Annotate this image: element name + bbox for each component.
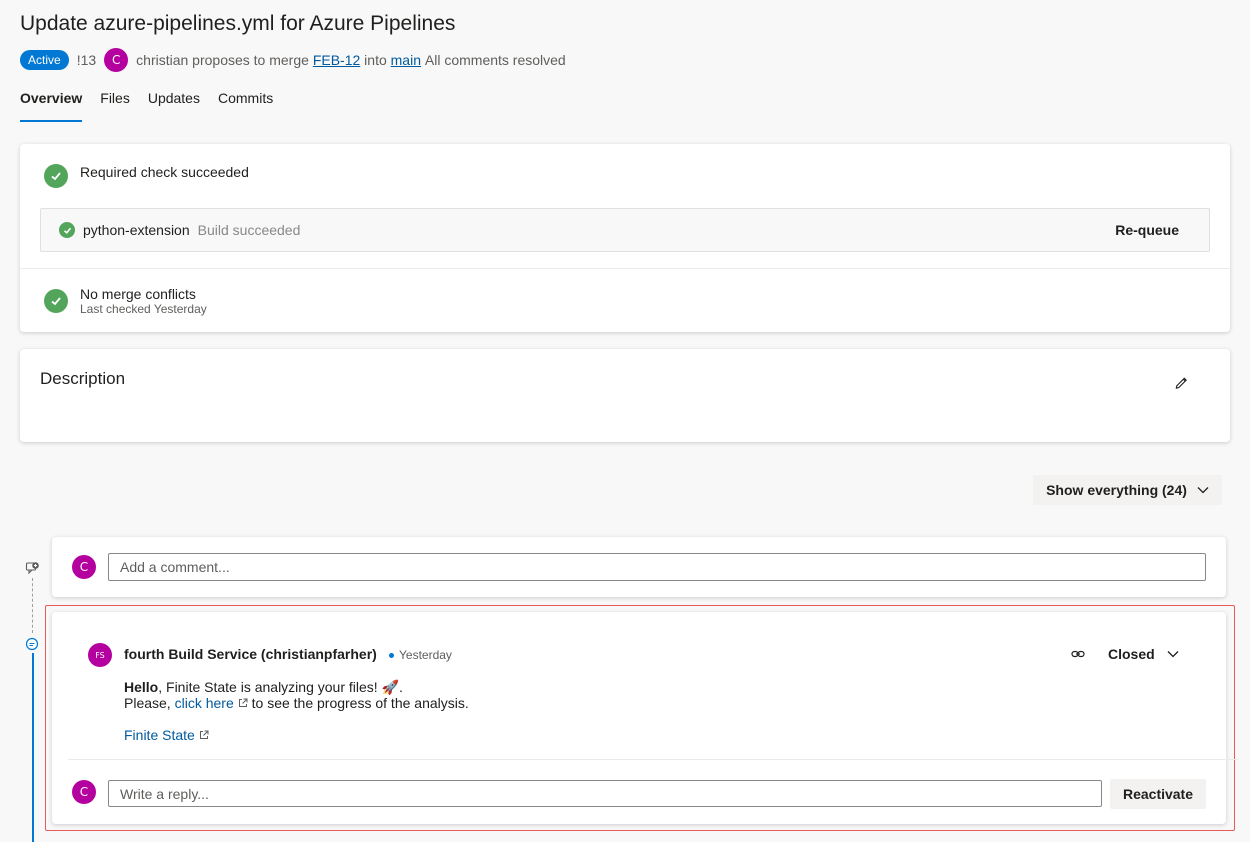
- message-bold: Hello: [124, 679, 159, 695]
- finite-state-link[interactable]: Finite State: [124, 727, 195, 743]
- target-branch-link[interactable]: main: [391, 52, 421, 68]
- reactivate-button[interactable]: Reactivate: [1110, 779, 1206, 809]
- click-here-link[interactable]: click here: [175, 695, 234, 711]
- tab-files[interactable]: Files: [100, 90, 130, 122]
- thread-status-label: Closed: [1108, 646, 1155, 662]
- finite-state-footer: Finite State: [124, 727, 209, 743]
- description-card: Description: [20, 349, 1230, 442]
- source-branch-link[interactable]: FEB-12: [313, 52, 360, 68]
- message-line2-pre: Please,: [124, 695, 175, 711]
- thread-status-dropdown[interactable]: Closed: [1108, 646, 1179, 662]
- build-name[interactable]: python-extension: [83, 222, 190, 238]
- unread-dot: [389, 652, 394, 658]
- build-success-icon: [59, 222, 75, 238]
- page-title: Update azure-pipelines.yml for Azure Pip…: [20, 12, 456, 35]
- pr-id: !13: [76, 52, 97, 68]
- build-status: Build succeeded: [197, 222, 301, 238]
- author-avatar[interactable]: C: [104, 48, 129, 72]
- external-link-icon: [238, 695, 248, 711]
- check-success-icon: [44, 164, 68, 188]
- tab-overview[interactable]: Overview: [20, 90, 83, 122]
- reply-input[interactable]: Write a reply...: [108, 780, 1102, 807]
- merge-conflicts-label: No merge conflicts: [80, 286, 196, 302]
- timeline-dashed-line: [32, 578, 33, 633]
- tab-commits[interactable]: Commits: [218, 90, 273, 122]
- show-everything-dropdown[interactable]: Show everything (24): [1033, 475, 1222, 505]
- merge-success-icon: [44, 289, 68, 313]
- message-line2-post: to see the progress of the analysis.: [247, 695, 469, 711]
- checks-card: Required check succeeded python-extensio…: [20, 144, 1230, 332]
- status-badge: Active: [20, 50, 69, 70]
- required-check-label: Required check succeeded: [80, 164, 249, 180]
- divider: [20, 268, 1230, 269]
- add-comment-input[interactable]: Add a comment...: [108, 553, 1206, 581]
- tab-updates[interactable]: Updates: [148, 90, 200, 122]
- thread-message: Hello, Finite State is analyzing your fi…: [124, 679, 469, 711]
- bot-avatar: FS: [88, 643, 112, 667]
- thread-divider: [68, 759, 1238, 760]
- chevron-down-icon: [1167, 650, 1179, 658]
- last-checked-label: Last checked Yesterday: [80, 302, 207, 316]
- comments-status: All comments resolved: [424, 52, 566, 68]
- description-title: Description: [40, 369, 126, 388]
- pr-meta-row: Active !13 C christian proposes to merge…: [20, 48, 566, 72]
- requeue-button[interactable]: Re-queue: [1115, 222, 1179, 238]
- show-everything-label: Show everything (24): [1046, 482, 1187, 498]
- add-comment-card: C Add a comment...: [52, 537, 1226, 597]
- into-text: into: [364, 52, 387, 68]
- proposal-text: christian proposes to merge: [136, 52, 309, 68]
- reply-avatar: C: [72, 780, 96, 804]
- external-link-icon: [199, 727, 209, 743]
- commenter-avatar: C: [72, 555, 96, 579]
- edit-pencil-icon[interactable]: [1174, 375, 1189, 395]
- thread-timestamp: Yesterday: [389, 648, 452, 662]
- message-rest: , Finite State is analyzing your files! …: [158, 679, 403, 695]
- chevron-down-icon: [1197, 486, 1209, 494]
- tab-bar: Overview Files Updates Commits: [20, 90, 291, 122]
- timeline-solid-line: [32, 653, 34, 842]
- link-icon[interactable]: [1070, 646, 1086, 667]
- thread-author: fourth Build Service (christianpfarher): [124, 646, 377, 662]
- build-row: python-extension Build succeeded Re-queu…: [40, 208, 1210, 252]
- comment-thread-card: FS fourth Build Service (christianpfarhe…: [52, 612, 1238, 824]
- thread-time: Yesterday: [399, 648, 452, 662]
